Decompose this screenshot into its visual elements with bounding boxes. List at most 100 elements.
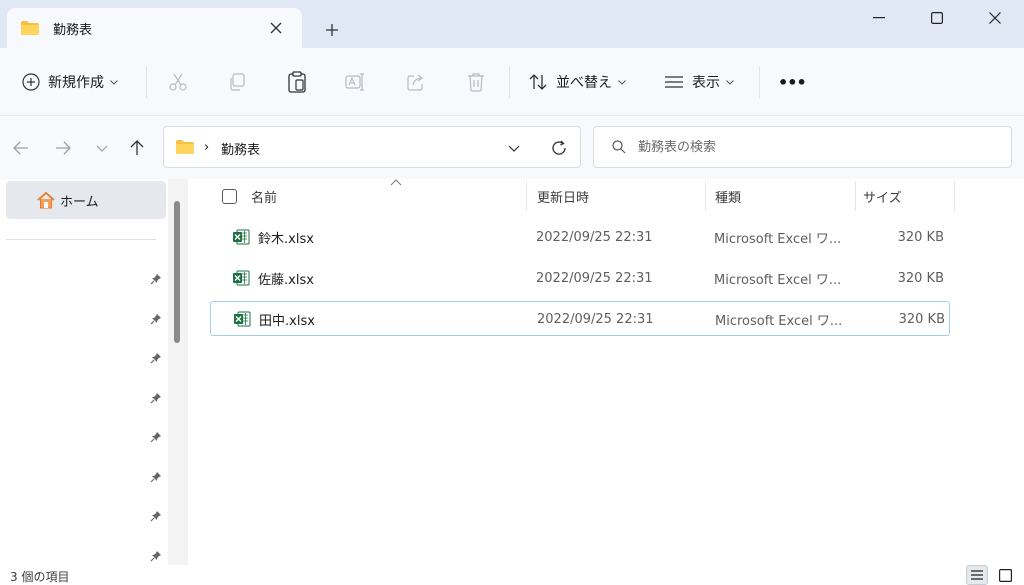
address-bar[interactable]: › 勤務表 (163, 126, 581, 168)
select-all-checkbox[interactable] (222, 189, 237, 204)
column-header-date[interactable]: 更新日時 (537, 179, 705, 213)
tiles-view-button[interactable] (994, 565, 1016, 585)
nav-item-label: ホーム (60, 194, 99, 210)
command-bar: 新規作成 並べ替え 表示 ••• (0, 48, 1024, 116)
details-view-icon (971, 570, 983, 580)
file-row[interactable]: 鈴木.xlsx 2022/09/25 22:31 Microsoft Excel… (210, 220, 950, 254)
file-type: Microsoft Excel ワ... (714, 272, 842, 288)
refresh-icon[interactable] (548, 137, 570, 159)
toolbar-divider (759, 66, 760, 98)
view-button[interactable]: 表示 (664, 64, 734, 100)
file-list: 名前 更新日時 種類 サイズ 鈴木.xlsx 2022/09/25 22:31 … (188, 179, 1024, 565)
breadcrumb-separator[interactable]: › (204, 140, 209, 155)
chevron-down-icon (96, 145, 108, 152)
new-button[interactable]: 新規作成 (22, 64, 118, 100)
nav-divider (6, 239, 156, 240)
file-size: 320 KB (897, 229, 944, 245)
navigation-pane: ホーム (0, 179, 188, 565)
clipboard-icon (287, 71, 307, 93)
toolbar-divider (146, 66, 147, 98)
file-size: 320 KB (897, 270, 944, 286)
nav-scrollbar-thumb[interactable] (174, 201, 180, 343)
file-row[interactable]: 佐藤.xlsx 2022/09/25 22:31 Microsoft Excel… (210, 261, 950, 295)
close-tab-icon[interactable] (260, 12, 292, 44)
pin-icon[interactable] (148, 350, 164, 366)
breadcrumb-current[interactable]: 勤務表 (221, 139, 260, 158)
file-type: Microsoft Excel ワ... (714, 231, 842, 247)
folder-icon (176, 140, 194, 154)
forward-button[interactable] (48, 133, 78, 163)
more-options-button[interactable]: ••• (778, 64, 807, 100)
address-row: › 勤務表 (0, 117, 1024, 179)
status-bar: 3 個の項目 (0, 565, 1024, 585)
list-view-icon (664, 75, 684, 89)
sort-ascending-icon (390, 179, 402, 187)
file-name-cell: 鈴木.xlsx (232, 220, 314, 254)
chevron-down-icon (726, 79, 734, 85)
trash-icon (467, 72, 485, 92)
search-input[interactable] (638, 139, 998, 155)
folder-icon (21, 21, 39, 35)
delete-button[interactable] (458, 64, 494, 100)
excel-file-icon (232, 269, 250, 287)
title-bar: 勤務表 (0, 0, 1024, 48)
sort-arrows-icon (528, 73, 548, 91)
column-header-type[interactable]: 種類 (715, 179, 855, 213)
file-name: 鈴木.xlsx (258, 231, 314, 247)
chevron-down-icon (110, 79, 118, 85)
rename-button[interactable] (338, 64, 374, 100)
toolbar-divider (509, 66, 510, 98)
tiles-view-icon (998, 568, 1012, 582)
arrow-up-icon (130, 140, 144, 156)
cut-button[interactable] (160, 64, 196, 100)
address-history-icon[interactable] (504, 139, 524, 157)
close-window-button[interactable] (966, 0, 1024, 36)
file-name: 佐藤.xlsx (258, 272, 314, 288)
excel-file-icon (232, 228, 250, 246)
column-divider[interactable] (954, 181, 955, 211)
column-divider[interactable] (705, 181, 706, 211)
pin-icon[interactable] (148, 311, 164, 327)
minimize-button[interactable] (850, 0, 908, 36)
copy-icon (227, 72, 247, 92)
excel-file-icon (233, 310, 251, 328)
details-view-button[interactable] (966, 565, 988, 585)
new-tab-button[interactable] (318, 16, 346, 44)
column-divider[interactable] (855, 181, 856, 211)
tab-title: 勤務表 (53, 22, 93, 38)
pin-icon[interactable] (148, 429, 164, 445)
tab-active[interactable]: 勤務表 (7, 8, 302, 48)
pin-icon[interactable] (148, 469, 164, 485)
column-header-name[interactable]: 名前 (251, 179, 526, 213)
file-row-selected[interactable]: 田中.xlsx 2022/09/25 22:31 Microsoft Excel… (210, 301, 950, 336)
file-type: Microsoft Excel ワ... (715, 313, 843, 329)
share-icon (406, 72, 426, 92)
new-label: 新規作成 (48, 75, 104, 91)
chevron-down-icon (618, 79, 626, 85)
pin-icon[interactable] (148, 508, 164, 524)
share-button[interactable] (398, 64, 434, 100)
nav-item-home[interactable]: ホーム (6, 181, 166, 219)
maximize-button[interactable] (908, 0, 966, 36)
pin-icon[interactable] (148, 271, 164, 287)
recent-locations-button[interactable] (87, 133, 117, 163)
file-date: 2022/09/25 22:31 (536, 270, 653, 286)
file-name-cell: 田中.xlsx (233, 302, 315, 336)
column-header-row: 名前 更新日時 種類 サイズ (210, 179, 956, 213)
sort-button[interactable]: 並べ替え (528, 64, 626, 100)
rename-icon (345, 72, 367, 92)
item-count: 3 個の項目 (10, 570, 70, 584)
pin-icon[interactable] (148, 390, 164, 406)
column-header-size[interactable]: サイズ (863, 179, 953, 213)
pin-icon[interactable] (148, 548, 164, 564)
search-box[interactable] (593, 126, 1012, 168)
file-date: 2022/09/25 22:31 (536, 229, 653, 245)
file-date: 2022/09/25 22:31 (537, 311, 654, 327)
file-size: 320 KB (898, 311, 945, 327)
scissors-icon (168, 72, 188, 92)
copy-button[interactable] (219, 64, 255, 100)
up-button[interactable] (122, 133, 152, 163)
column-divider[interactable] (526, 181, 527, 211)
back-button[interactable] (6, 133, 36, 163)
paste-button[interactable] (279, 64, 315, 100)
